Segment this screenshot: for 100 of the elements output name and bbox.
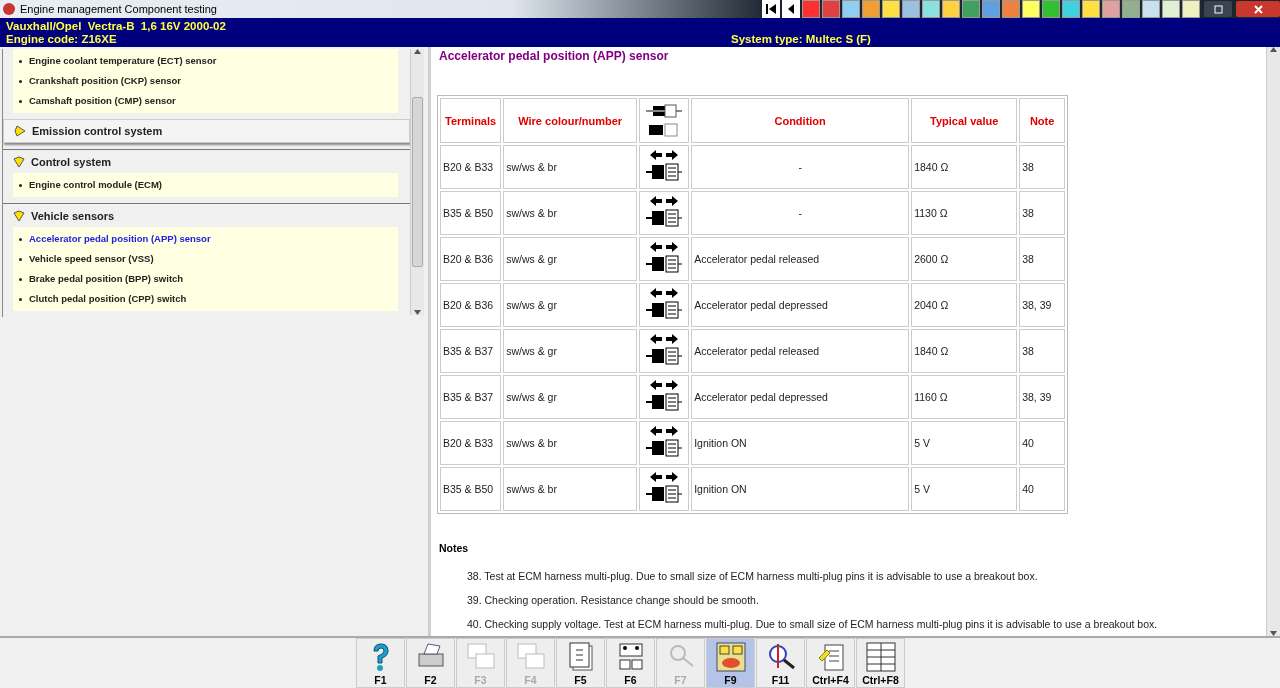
function-key-button[interactable]: Ctrl+F8 xyxy=(856,638,905,688)
table-cell: sw/ws & br xyxy=(503,145,638,189)
restore-button[interactable] xyxy=(1204,1,1232,17)
toolbar-tile-icon[interactable] xyxy=(942,0,960,18)
function-key-button[interactable]: F1 xyxy=(356,638,405,688)
table-cell: sw/ws & br xyxy=(503,467,638,511)
first-page-button[interactable] xyxy=(762,0,780,18)
toolbar-tile-icon[interactable] xyxy=(902,0,920,18)
table-cell: sw/ws & br xyxy=(503,191,638,235)
table-cell: B20 & B36 xyxy=(440,283,502,327)
sidebar-scrollbar[interactable] xyxy=(410,49,424,315)
sidebar-item[interactable]: Vehicle speed sensor (VSS) xyxy=(29,249,154,269)
connector-arrows-icon xyxy=(644,241,685,275)
toolbar-tile-icon[interactable] xyxy=(1142,0,1160,18)
toolbar-tile-icon[interactable] xyxy=(822,0,840,18)
table-cell: Accelerator pedal depressed xyxy=(691,283,910,327)
table-cell: B20 & B33 xyxy=(440,145,502,189)
table-cell: B20 & B36 xyxy=(440,237,502,281)
toolbar-tile-icon[interactable] xyxy=(982,0,1000,18)
toolbar-tile-icon[interactable] xyxy=(1122,0,1140,18)
note-text: 40. Checking supply voltage. Test at ECM harness multi-plug. Due to small size of ECM harness multi-plug pins it is advisable to use a breakout box. xyxy=(467,617,1159,632)
toolbar-tile-icon[interactable] xyxy=(1102,0,1120,18)
sidebar-item[interactable]: Engine control module (ECM) xyxy=(29,175,162,195)
toolbar-tile-icon[interactable] xyxy=(1022,0,1040,18)
toolbar-tile-icon[interactable] xyxy=(1182,0,1200,18)
toolbar-tile-icon[interactable] xyxy=(802,0,820,18)
system-type: System type: Multec S (F) xyxy=(731,33,871,46)
table-cell: 1840 Ω xyxy=(911,329,1018,373)
table-cell: 40 xyxy=(1019,421,1066,465)
toolbar-tile-icon[interactable] xyxy=(882,0,900,18)
table-cell: 1130 Ω xyxy=(911,191,1018,235)
scroll-up-icon[interactable] xyxy=(414,49,421,54)
table-cell: Accelerator pedal released xyxy=(691,329,910,373)
table-cell: sw/ws & gr xyxy=(503,283,638,327)
close-button[interactable] xyxy=(1236,1,1280,17)
table-cell: - xyxy=(691,145,910,189)
table-cell: 38, 39 xyxy=(1019,375,1066,419)
section-header[interactable]: Emission control system xyxy=(3,119,410,143)
toolbar-tile-icon[interactable] xyxy=(862,0,880,18)
scroll-down-icon[interactable] xyxy=(414,310,421,315)
notes-heading: Notes xyxy=(439,542,470,554)
sidebar-item[interactable]: Engine coolant temperature (ECT) sensor xyxy=(29,51,217,71)
toolbar-tile-icon[interactable] xyxy=(1162,0,1180,18)
table-cell: 38 xyxy=(1019,145,1066,189)
table-cell: B35 & B50 xyxy=(440,467,502,511)
toolbar-tile-icon[interactable] xyxy=(1062,0,1080,18)
expanded-arrow-icon xyxy=(13,155,25,168)
bullet-icon xyxy=(19,183,22,187)
content-scrollbar[interactable] xyxy=(1266,47,1280,636)
function-key-button[interactable]: F5 xyxy=(556,638,605,688)
toolbar-tile-icon[interactable] xyxy=(842,0,860,18)
table-cell: B35 & B50 xyxy=(440,191,502,235)
column-header: Typical value xyxy=(911,98,1018,143)
previous-button[interactable] xyxy=(782,0,800,18)
connector-arrows-icon xyxy=(644,471,685,505)
app-icon xyxy=(3,3,15,15)
section-title: Control system xyxy=(31,155,112,168)
connector-arrows-icon xyxy=(644,379,685,413)
vehicle-model: Vauxhall/Opel Vectra-B 1,6 16V 2000-02 xyxy=(6,20,227,33)
bullet-icon xyxy=(19,99,22,103)
bullet-icon xyxy=(19,277,22,281)
function-key-button[interactable]: F6 xyxy=(606,638,655,688)
numbered-tiles-icon xyxy=(715,642,746,672)
sidebar-item[interactable]: Clutch pedal position (CPP) switch xyxy=(29,289,187,309)
printer-icon xyxy=(415,642,446,670)
table-cell: 5 V xyxy=(911,467,1018,511)
table-cell: Ignition ON xyxy=(691,421,910,465)
sidebar-item[interactable]: Camshaft position (CMP) sensor xyxy=(29,91,176,111)
section-title: Emission control system xyxy=(32,125,163,137)
table-cell: sw/ws & gr xyxy=(503,375,638,419)
sidebar-item[interactable]: Accelerator pedal position (APP) sensor xyxy=(29,229,211,249)
table-cell: 38 xyxy=(1019,329,1066,373)
table-cell: 5 V xyxy=(911,421,1018,465)
bullet-icon xyxy=(19,237,22,241)
table-cell: 1160 Ω xyxy=(911,375,1018,419)
section-title: Vehicle sensors xyxy=(31,209,115,222)
toolbar-tile-icon[interactable] xyxy=(962,0,980,18)
toolbar-tile-icon[interactable] xyxy=(1042,0,1060,18)
left-triangle-icon xyxy=(786,3,796,15)
note-text: 38. Test at ECM harness multi-plug. Due to small size of ECM harness multi-plug pins it is advisable to use a breakout box. xyxy=(467,569,1039,584)
table-cell: 2040 Ω xyxy=(911,283,1018,327)
window-title: Engine management Component testing xyxy=(20,3,217,15)
sidebar-item[interactable]: Brake pedal position (BPP) switch xyxy=(29,269,184,289)
bullet-icon xyxy=(19,59,22,63)
restore-icon xyxy=(1213,4,1223,14)
function-key-button[interactable]: F2 xyxy=(406,638,455,688)
sidebar-item[interactable]: Crankshaft position (CKP) sensor xyxy=(29,71,182,91)
toolbar-tile-icon[interactable] xyxy=(1082,0,1100,18)
bullet-icon xyxy=(19,257,22,261)
table-cell: 38, 39 xyxy=(1019,283,1066,327)
function-key-button[interactable]: F11 xyxy=(756,638,805,688)
table-cell: sw/ws & br xyxy=(503,421,638,465)
table-cell: B35 & B37 xyxy=(440,375,502,419)
function-key-button[interactable]: Ctrl+F4 xyxy=(806,638,855,688)
table-cell: Accelerator pedal depressed xyxy=(691,375,910,419)
toolbar-tile-icon[interactable] xyxy=(1002,0,1020,18)
table-cell: 40 xyxy=(1019,467,1066,511)
toolbar-tile-icon[interactable] xyxy=(922,0,940,18)
function-key-button[interactable]: F9 xyxy=(706,638,755,688)
column-header: Terminals xyxy=(440,98,502,143)
